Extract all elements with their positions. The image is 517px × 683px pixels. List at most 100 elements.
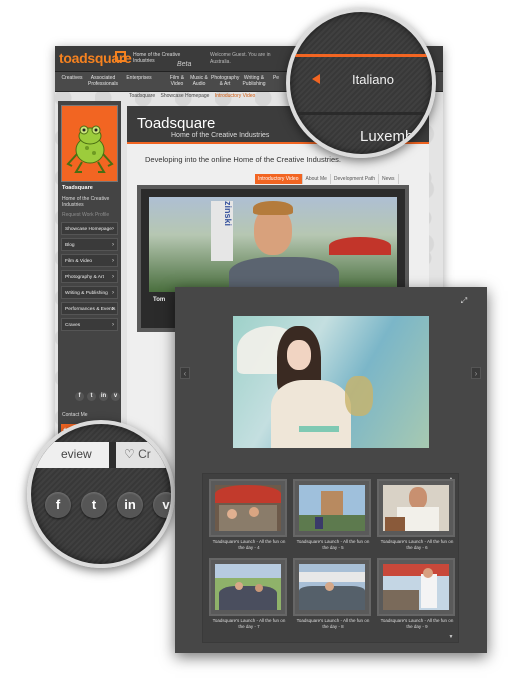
sidebar-item-label: Showcase Homepage: [65, 227, 112, 232]
tab-news[interactable]: News: [379, 174, 399, 184]
chevron-right-icon: ›: [112, 258, 114, 264]
sidebar-item-photography-art[interactable]: Photography & Art ›: [61, 270, 118, 283]
contact-me-link[interactable]: Contact Me: [62, 412, 88, 418]
video-frame: zinski: [149, 197, 397, 292]
vimeo-icon[interactable]: v: [153, 492, 171, 518]
video-umbrella: [329, 237, 391, 255]
breadcrumb-item-current: Introductory Video: [214, 93, 256, 99]
video-sign: zinski: [211, 201, 233, 261]
chevron-right-icon: ›: [112, 226, 114, 232]
content-title: Toadsquare: [137, 115, 216, 132]
avatar: [61, 105, 118, 182]
thumbnail[interactable]: Toadsquare's Launch - All the fun on the…: [293, 558, 371, 638]
divider: [290, 112, 432, 115]
sidebar-item-writing-publishing[interactable]: Writing & Publishing ›: [61, 286, 118, 299]
photo-flowers: [345, 376, 373, 416]
content-description: Developing into the online Home of the C…: [145, 155, 341, 164]
chevron-right-icon: ›: [112, 290, 114, 296]
nav-item-associated[interactable]: Associated Professionals: [85, 75, 121, 87]
thumbnail-frame: [209, 558, 287, 616]
request-work-profile-link[interactable]: Request Work Profile: [62, 212, 109, 218]
linkedin-icon[interactable]: in: [117, 492, 143, 518]
twitter-icon[interactable]: t: [87, 392, 96, 401]
sidebar-item-performances[interactable]: Performances & Events ›: [61, 302, 118, 315]
thumbnail[interactable]: Toadsquare's Launch - All the fun on the…: [377, 558, 455, 638]
frog-mascot-icon: [66, 125, 114, 173]
thumbnail[interactable]: Toadsquare's Launch - All the fun on the…: [209, 558, 287, 638]
sidebar-item-label: Writing & Publishing: [65, 291, 108, 296]
facebook-icon[interactable]: f: [75, 392, 84, 401]
logo-square-icon: [115, 51, 126, 62]
thumbnail-caption: Toadsquare's Launch - All the fun on the…: [296, 539, 370, 550]
thumbnail-image: [215, 485, 281, 531]
thumbnail[interactable]: Toadsquare's Launch - All the fun on the…: [209, 479, 287, 559]
language-option[interactable]: Luxemb: [360, 128, 413, 145]
chevron-right-icon: ›: [112, 274, 114, 280]
thumbnail-caption: Toadsquare's Launch - All the fun on the…: [212, 539, 286, 550]
sidebar-item-film-video[interactable]: Film & Video ›: [61, 254, 118, 267]
chevron-right-icon: ›: [112, 322, 114, 328]
tab-about-me[interactable]: About Me: [303, 174, 331, 184]
nav-item-performances[interactable]: Pe: [269, 75, 283, 82]
gallery-lightbox: ⤢ ‹ › ▲ ▼ Toadsquare's Launch - All the …: [175, 287, 487, 653]
sidebar-item-craves[interactable]: Craves ›: [61, 318, 118, 331]
nav-item-film-video[interactable]: Film & Video: [167, 75, 187, 87]
social-magnifier: eview ♡ Cr f t in v: [27, 420, 175, 568]
sidebar-item-label: Photography & Art: [65, 275, 104, 280]
thumbnail-frame: [293, 479, 371, 537]
chevron-right-icon: ›: [112, 306, 114, 312]
photo-belt: [299, 426, 339, 432]
breadcrumb: Toadsquare Showcase Homepage Introductor…: [129, 93, 259, 103]
video-person-hair: [253, 201, 293, 215]
thumbnail-image: [299, 564, 365, 610]
video-caption: Tom: [153, 297, 166, 303]
thumbnail[interactable]: Toadsquare's Launch - All the fun on the…: [377, 479, 455, 559]
thumbnail-image: [383, 564, 449, 610]
thumbnail-image: [299, 485, 365, 531]
main-photo: [233, 316, 429, 448]
nav-item-creatives[interactable]: Creatives: [59, 75, 85, 82]
accent-bar: [290, 54, 432, 57]
language-option-selected[interactable]: Italiano: [352, 72, 394, 87]
sidebar-item-blog[interactable]: Blog ›: [61, 238, 118, 251]
arrow-left-icon: [312, 74, 320, 84]
thumbnail-frame: [293, 558, 371, 616]
linkedin-icon[interactable]: in: [99, 392, 108, 401]
breadcrumb-item[interactable]: Toadsquare: [129, 93, 155, 99]
tab-craves[interactable]: ♡ Cr: [116, 442, 171, 468]
beta-label: Beta: [177, 61, 192, 68]
facebook-icon[interactable]: f: [45, 492, 71, 518]
chevron-right-icon[interactable]: ›: [471, 367, 481, 379]
tab-introductory-video[interactable]: Introductory Video: [255, 174, 303, 184]
tab-review[interactable]: eview: [31, 442, 109, 468]
thumbnail-frame: [377, 558, 455, 616]
photo-dress: [271, 380, 351, 448]
sidebar-item-showcase[interactable]: Showcase Homepage ›: [61, 222, 118, 235]
nav-item-photography-art[interactable]: Photography & Art: [211, 75, 239, 87]
expand-icon[interactable]: ⤢: [459, 296, 469, 306]
nav-item-music-audio[interactable]: Music & Audio: [189, 75, 209, 87]
thumbnail-caption: Toadsquare's Launch - All the fun on the…: [212, 618, 286, 629]
sidebar-item-label: Blog: [65, 243, 75, 248]
chevron-left-icon[interactable]: ‹: [180, 367, 190, 379]
breadcrumb-item[interactable]: Showcase Homepage: [161, 93, 210, 99]
welcome-text: Welcome Guest. You are in Australia.: [210, 52, 271, 65]
nav-item-writing-publishing[interactable]: Writing & Publishing: [241, 75, 267, 87]
tab-development-path[interactable]: Development Path: [331, 174, 380, 184]
nav-item-enterprises[interactable]: Enterprises: [123, 75, 155, 82]
thumbnail[interactable]: Toadsquare's Launch - All the fun on the…: [293, 479, 371, 559]
content-tabs: Introductory Video About Me Development Pa…: [255, 174, 399, 184]
thumbnail-grid: ▲ ▼ Toadsquare's Launch - All the fun on…: [202, 473, 459, 643]
tab-craves-label: Cr: [138, 447, 151, 461]
twitter-icon[interactable]: t: [81, 492, 107, 518]
thumbnail-frame: [377, 479, 455, 537]
vimeo-icon[interactable]: v: [111, 392, 120, 401]
sidebar-item-label: Performances & Events: [65, 307, 116, 312]
chevron-right-icon: ›: [112, 242, 114, 248]
sidebar-item-label: Craves: [65, 323, 81, 328]
language-magnifier: Italiano Luxemb: [286, 8, 436, 158]
thumbnail-caption: Toadsquare's Launch - All the fun on the…: [380, 618, 454, 629]
profile-subtitle: Home of the Creative Industries: [62, 196, 110, 208]
photo-face: [287, 340, 311, 370]
profile-name: Toadsquare: [62, 185, 93, 191]
